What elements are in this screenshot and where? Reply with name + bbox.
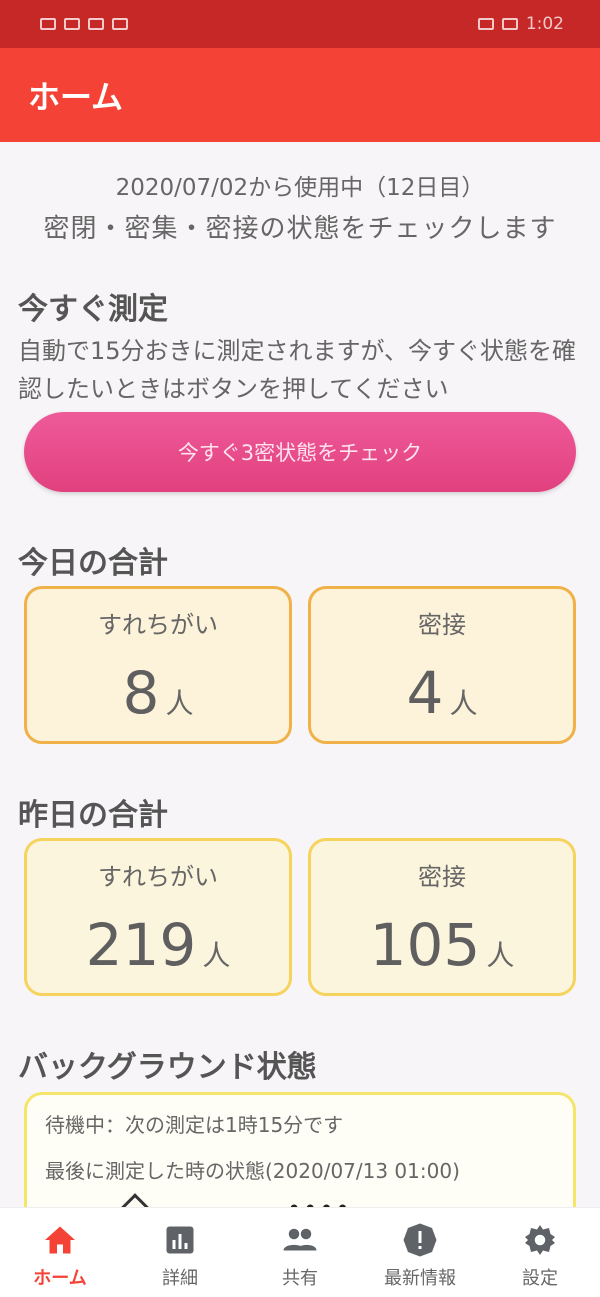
today-passing-card: すれちがい 8 人 <box>24 586 292 744</box>
count-unit: 人 <box>486 939 515 972</box>
alert-icon <box>403 1223 437 1257</box>
nav-label: 共有 <box>282 1268 318 1289</box>
measure-now-description: 自動で15分おきに測定されますが、今すぐ状態を確認したいときはボタンを押してくだ… <box>18 337 577 403</box>
status-bar: 1:02 <box>0 0 600 48</box>
battery-icon <box>501 18 518 30</box>
nav-detail[interactable]: 詳細 <box>125 1222 235 1290</box>
today-total-title: 今日の合計 <box>18 546 168 581</box>
last-state-text: 最後に測定した時の状態(2020/07/13 01:00) <box>45 1159 460 1183</box>
nav-home[interactable]: ホーム <box>5 1222 115 1290</box>
card-value: 105 人 <box>311 911 573 979</box>
today-close-card: 密接 4 人 <box>308 586 576 744</box>
usage-period: 2020/07/02から使用中（12日目） <box>115 175 485 201</box>
wifi-icon <box>88 18 104 30</box>
card-value: 219 人 <box>27 911 289 979</box>
caret-up-icon <box>115 1193 155 1207</box>
background-status-card: 待機中：次の測定は1時15分です 最後に測定した時の状態(2020/07/13 … <box>24 1092 576 1207</box>
chart-icon <box>166 1226 194 1254</box>
check-now-button[interactable]: 今すぐ3密状態をチェック <box>24 412 576 492</box>
notification-icon <box>40 18 56 30</box>
waiting-text: 待機中：次の測定は1時15分です <box>45 1113 344 1137</box>
yesterday-passing-card: すれちがい 219 人 <box>24 838 292 996</box>
card-label: 密接 <box>418 863 466 891</box>
card-label: すれちがい <box>98 863 218 891</box>
status-left <box>40 18 128 30</box>
yesterday-passing-count: 219 <box>85 911 197 979</box>
measure-now-title: 今すぐ測定 <box>18 292 168 327</box>
nav-label: ホーム <box>33 1268 87 1289</box>
gear-icon <box>525 1225 555 1255</box>
nav-label: 設定 <box>522 1268 558 1289</box>
card-value: 8 人 <box>27 659 289 727</box>
tagline: 密閉・密集・密接の状態をチェックします <box>43 214 557 244</box>
nav-label: 詳細 <box>162 1268 198 1289</box>
page-title: ホーム <box>28 78 124 116</box>
status-time: 1:02 <box>525 14 564 34</box>
home-icon <box>45 1226 75 1254</box>
card-label: 密接 <box>418 611 466 639</box>
app-bar: ホーム <box>0 48 600 142</box>
count-unit: 人 <box>202 939 231 972</box>
card-value: 4 人 <box>311 659 573 727</box>
key-icon <box>112 18 128 30</box>
card-label: すれちがい <box>98 611 218 639</box>
count-unit: 人 <box>449 687 478 720</box>
yesterday-total-title: 昨日の合計 <box>18 798 168 833</box>
nav-news[interactable]: 最新情報 <box>365 1222 475 1290</box>
yesterday-close-count: 105 <box>369 911 481 979</box>
nav-label: 最新情報 <box>384 1268 456 1289</box>
state-icons: •••• •• <box>107 1193 527 1207</box>
status-right: 1:02 <box>477 14 564 34</box>
count-unit: 人 <box>165 687 194 720</box>
people-icon <box>283 1228 317 1251</box>
bottom-navigation: ホーム 詳細 共有 最新情報 設定 <box>0 1207 600 1297</box>
nav-settings[interactable]: 設定 <box>485 1222 595 1290</box>
crowd-dots-icon: •••• <box>287 1195 352 1207</box>
yesterday-close-card: 密接 105 人 <box>308 838 576 996</box>
signal-icon <box>64 18 80 30</box>
home-content[interactable]: 2020/07/02から使用中（12日目） 密閉・密集・密接の状態をチェックしま… <box>0 142 600 1207</box>
call-icon <box>477 18 494 30</box>
today-close-count: 4 <box>406 659 444 727</box>
background-status-title: バックグラウンド状態 <box>18 1050 317 1085</box>
today-passing-count: 8 <box>122 659 160 727</box>
nav-share[interactable]: 共有 <box>245 1222 355 1290</box>
